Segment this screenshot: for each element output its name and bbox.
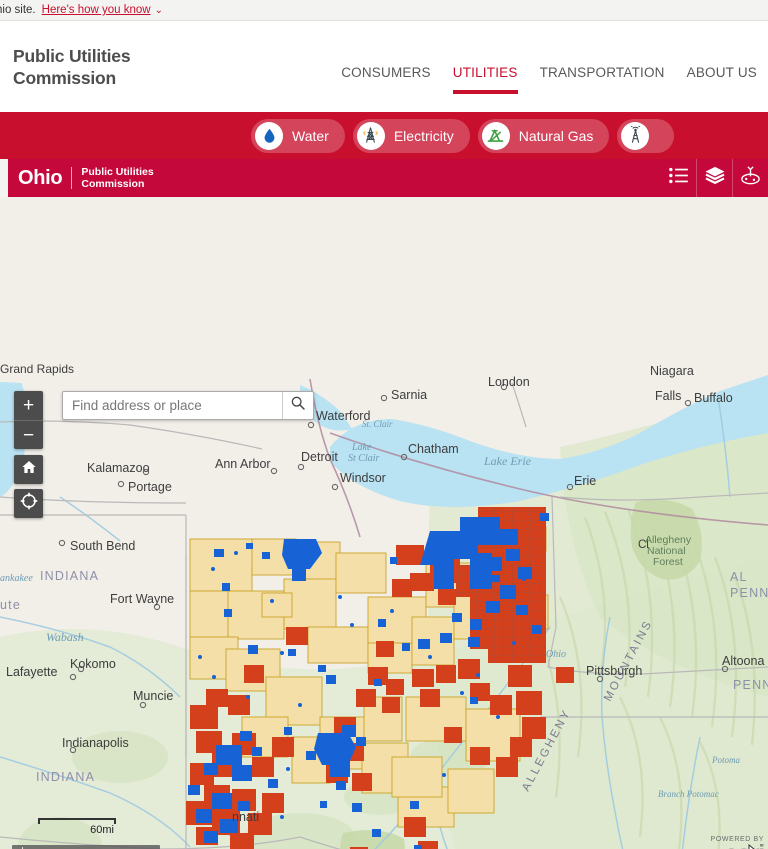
main-navigation: CONSUMERS UTILITIES TRANSPORTATION ABOUT…: [330, 65, 768, 94]
broadcast-tower-icon: [621, 122, 649, 150]
zoom-out-button[interactable]: −: [14, 420, 43, 449]
brand-line-2: Commission: [13, 67, 130, 89]
layers-icon: [704, 166, 726, 190]
transmission-tower-icon: [357, 122, 385, 150]
legend-button[interactable]: [660, 159, 696, 197]
locate-button[interactable]: [14, 489, 43, 518]
site-brand[interactable]: Public Utilities Commission: [13, 45, 130, 89]
nav-item-consumers[interactable]: CONSUMERS: [330, 65, 442, 94]
coordinates-widget[interactable]: -77.980 40.280 Degrees: [12, 845, 160, 849]
utility-button-telecom[interactable]: [617, 119, 674, 153]
nav-item-transportation[interactable]: TRANSPORTATION: [529, 65, 676, 94]
map-header-tools: [660, 159, 768, 197]
scale-bar: 60mi: [38, 818, 116, 836]
scale-bar-label: 60mi: [38, 824, 116, 836]
map-graphic: [0, 197, 768, 849]
map-app-header: Ohio Public Utilities Commission: [0, 159, 768, 197]
heres-how-you-know-link[interactable]: Here's how you know: [42, 4, 151, 16]
search-input[interactable]: [63, 398, 282, 413]
gas-pump-jack-icon: [482, 122, 510, 150]
map-canvas[interactable]: Kalamazoo Portage Ann Arbor Detroit Wate…: [0, 197, 768, 849]
utility-label-water: Water: [292, 128, 329, 144]
water-drop-icon: [255, 122, 283, 150]
logo-divider: [71, 167, 72, 189]
legend-icon: [668, 167, 689, 189]
home-button[interactable]: [14, 455, 43, 484]
locate-crosshair-icon: [20, 492, 38, 515]
puco-sub-line-2: Commission: [81, 178, 153, 190]
utility-label-electricity: Electricity: [394, 128, 454, 144]
puco-sublabel: Public Utilities Commission: [81, 166, 153, 190]
chevron-down-icon[interactable]: ⌄: [155, 5, 163, 16]
zoom-in-button[interactable]: +: [14, 391, 43, 420]
brand-line-1: Public Utilities: [13, 45, 130, 67]
utility-type-bar: Water Electricity Natural Gas: [0, 112, 768, 159]
search-icon: [290, 395, 306, 416]
utility-button-electricity[interactable]: Electricity: [353, 119, 470, 153]
home-icon: [21, 459, 37, 480]
basemap-gallery-icon: [740, 166, 761, 190]
coordinate-crosshair-icon: [16, 846, 29, 849]
ohio-wordmark: Ohio: [18, 167, 62, 190]
gov-banner-text: hio site.: [0, 4, 36, 16]
site-header: Public Utilities Commission CONSUMERS UT…: [0, 21, 768, 112]
utility-button-natural-gas[interactable]: Natural Gas: [478, 119, 610, 153]
nav-item-utilities[interactable]: UTILITIES: [442, 65, 529, 94]
utility-label-natural-gas: Natural Gas: [519, 128, 594, 144]
mouse-cursor-icon: [748, 844, 762, 849]
search-button[interactable]: [282, 392, 313, 419]
nav-item-about-us[interactable]: ABOUT US: [676, 65, 768, 94]
puco-logo: Ohio Public Utilities Commission: [18, 166, 154, 190]
utility-button-water[interactable]: Water: [251, 119, 345, 153]
puco-sub-line-1: Public Utilities: [81, 166, 153, 178]
basemap-gallery-button[interactable]: [732, 159, 768, 197]
layer-list-button[interactable]: [696, 159, 732, 197]
gov-site-banner: hio site. Here's how you know ⌄: [0, 0, 768, 21]
search-box[interactable]: [62, 391, 314, 420]
zoom-controls: + −: [14, 391, 43, 449]
